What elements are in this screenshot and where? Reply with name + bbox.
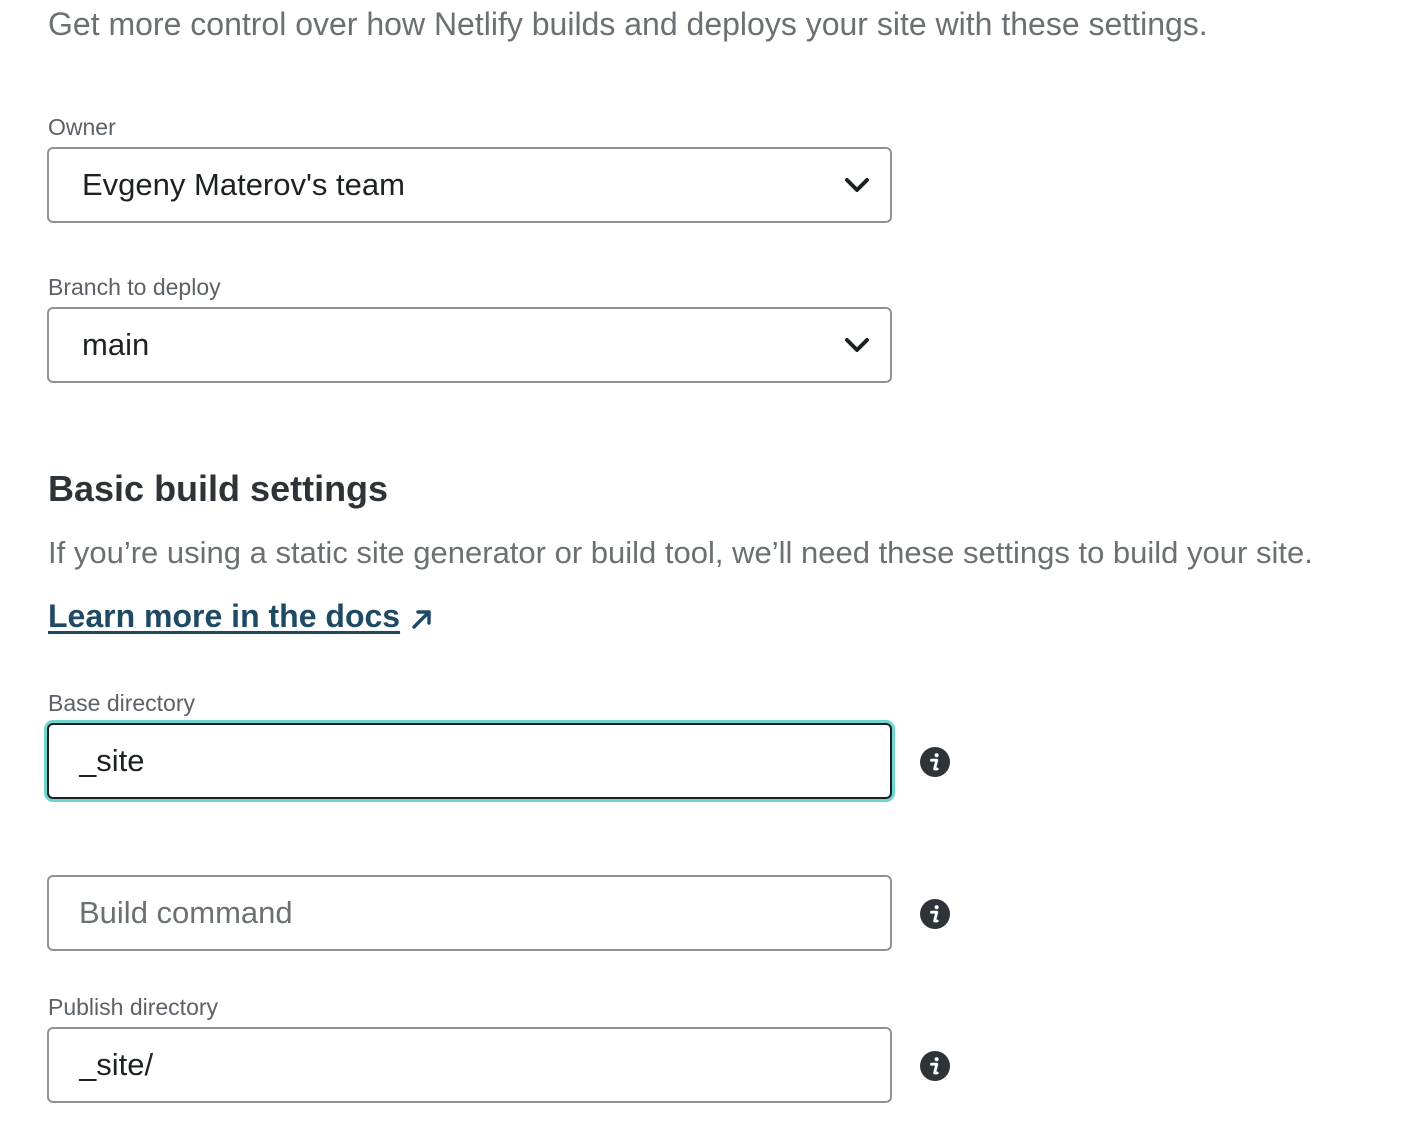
publish-directory-field — [47, 1027, 892, 1103]
publish-directory-input[interactable] — [49, 1029, 890, 1101]
chevron-down-icon — [845, 338, 869, 352]
owner-selected-value: Evgeny Materov's team — [82, 167, 405, 202]
owner-label: Owner — [48, 114, 116, 140]
branch-selected-value: main — [82, 327, 150, 362]
section-title: Basic build settings — [48, 468, 389, 509]
base-directory-label: Base directory — [48, 690, 196, 716]
owner-select[interactable]: Evgeny Materov's team — [47, 147, 892, 223]
branch-select[interactable]: main — [47, 307, 892, 383]
intro-text: Get more control over how Netlify builds… — [48, 6, 1208, 42]
base-directory-input[interactable] — [49, 725, 890, 797]
build-command-field — [47, 875, 892, 951]
base-directory-field — [47, 723, 892, 799]
chevron-down-icon — [845, 178, 869, 192]
info-icon[interactable] — [919, 746, 951, 778]
info-icon[interactable] — [919, 1050, 951, 1082]
info-icon[interactable] — [919, 898, 951, 930]
docs-link[interactable]: Learn more in the docs — [48, 598, 400, 635]
build-command-input[interactable] — [49, 877, 890, 949]
branch-label: Branch to deploy — [48, 274, 221, 300]
external-link-icon[interactable] — [410, 607, 434, 631]
publish-directory-label: Publish directory — [48, 994, 219, 1020]
section-description: If you’re using a static site generator … — [48, 535, 1313, 570]
